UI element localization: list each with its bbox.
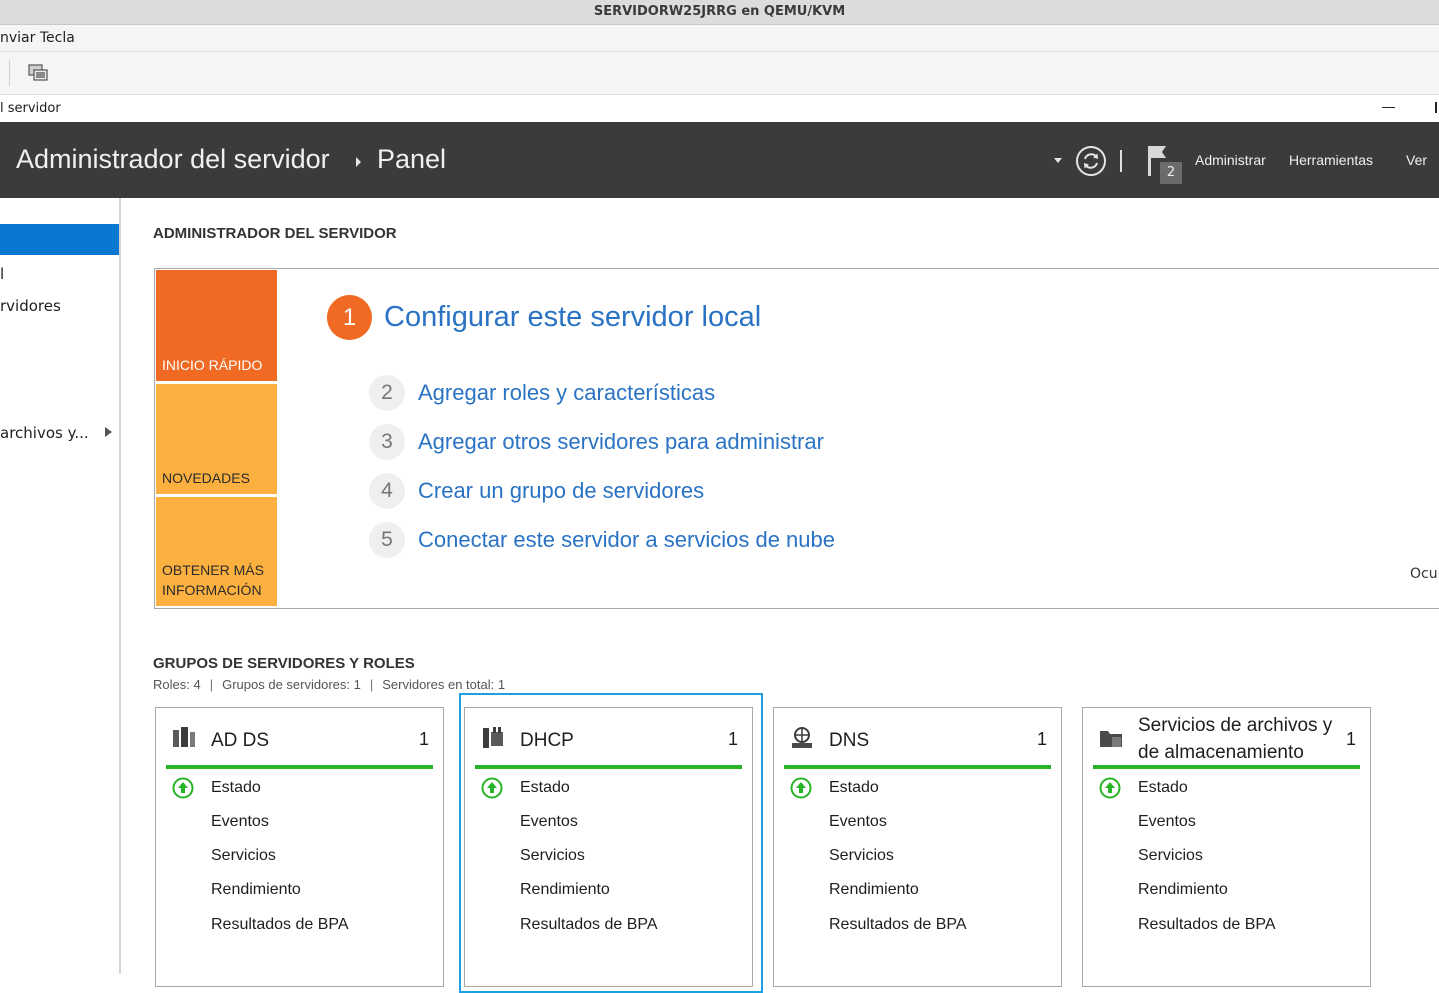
ad-ds-icon	[173, 727, 195, 747]
row-services[interactable]: Servicios	[1138, 847, 1203, 865]
card-title[interactable]: DHCP	[520, 727, 574, 754]
status-up-icon	[1099, 777, 1121, 799]
row-events[interactable]: Eventos	[1138, 813, 1196, 831]
toolbar-separator	[9, 60, 10, 86]
step-5-number: 5	[369, 522, 405, 558]
status-bar	[166, 765, 433, 769]
navigation-dropdown-icon[interactable]	[1054, 158, 1062, 163]
step-1-number: 1	[327, 295, 372, 340]
card-title[interactable]: DNS	[829, 727, 869, 754]
menu-view[interactable]: Ver	[1406, 152, 1427, 168]
header-divider	[1120, 150, 1122, 172]
status-up-icon	[790, 777, 812, 799]
nav-item-all-servers[interactable]: rvidores	[0, 297, 61, 315]
card-count[interactable]: 1	[419, 729, 429, 750]
status-up-icon	[481, 777, 503, 799]
welcome-section-title: ADMINISTRADOR DEL SERVIDOR	[153, 225, 397, 242]
nav-item-panel[interactable]	[0, 224, 119, 255]
row-events[interactable]: Eventos	[829, 813, 887, 831]
role-card-dns[interactable]: DNS 1 Estado Eventos Servicios Rendimien…	[773, 707, 1062, 987]
row-status[interactable]: Estado	[520, 779, 570, 797]
breadcrumb-page: Panel	[377, 144, 447, 174]
hide-welcome-link[interactable]: Ocul	[1410, 566, 1439, 582]
breadcrumb-separator-icon	[356, 157, 361, 167]
vm-menubar: nviar Tecla	[0, 25, 1439, 52]
status-up-icon	[172, 777, 194, 799]
status-bar	[1093, 765, 1360, 769]
card-title[interactable]: AD DS	[211, 727, 269, 754]
menu-send-key[interactable]: nviar Tecla	[0, 30, 75, 46]
vm-toolbar	[0, 52, 1439, 95]
tile-quick-start-label: INICIO RÁPIDO	[162, 357, 263, 373]
server-manager-header: Administrador del servidor Panel 2 Admin…	[0, 122, 1439, 198]
row-performance[interactable]: Rendimiento	[520, 881, 610, 899]
groups-section-title: GRUPOS DE SERVIDORES Y ROLES	[153, 655, 415, 672]
row-status[interactable]: Estado	[211, 779, 261, 797]
row-events[interactable]: Eventos	[520, 813, 578, 831]
row-bpa[interactable]: Resultados de BPA	[520, 916, 658, 934]
file-storage-icon	[1100, 731, 1122, 747]
row-bpa[interactable]: Resultados de BPA	[829, 916, 967, 934]
menu-tools[interactable]: Herramientas	[1289, 152, 1373, 168]
step-add-roles[interactable]: Agregar roles y características	[418, 380, 715, 406]
stats-roles: Roles: 4	[153, 677, 201, 692]
groups-stats: Roles: 4 | Grupos de servidores: 1 | Servido…	[153, 677, 506, 692]
card-title[interactable]: Servicios de archivos y de almacenamient…	[1138, 712, 1348, 766]
row-performance[interactable]: Rendimiento	[1138, 881, 1228, 899]
left-navigation: l rvidores archivos y...	[0, 198, 121, 974]
role-card-ad-ds[interactable]: AD DS 1 Estado Eventos Servicios Rendimi…	[155, 707, 444, 987]
window-title: l servidor	[0, 101, 61, 116]
tile-whats-new-label: NOVEDADES	[162, 470, 250, 486]
notifications-flag[interactable]: 2	[1146, 142, 1186, 186]
step-add-servers[interactable]: Agregar otros servidores para administra…	[418, 429, 824, 455]
screens-icon[interactable]	[26, 62, 50, 86]
tile-quick-start[interactable]: INICIO RÁPIDO	[156, 270, 277, 381]
vm-titlebar: SERVIDORW25JRRG en QEMU/KVM	[0, 0, 1439, 25]
welcome-panel: INICIO RÁPIDO NOVEDADES OBTENER MÁS INFO…	[154, 268, 1439, 609]
tile-learn-more-label: OBTENER MÁS INFORMACIÓN	[162, 562, 264, 598]
stats-server-groups: Grupos de servidores: 1	[222, 677, 361, 692]
row-services[interactable]: Servicios	[829, 847, 894, 865]
tile-whats-new[interactable]: NOVEDADES	[156, 384, 277, 494]
menu-manage[interactable]: Administrar	[1195, 152, 1266, 168]
step-connect-cloud[interactable]: Conectar este servidor a servicios de nu…	[418, 527, 835, 553]
window-titlebar: l servidor	[0, 95, 1439, 122]
card-count[interactable]: 1	[1346, 729, 1356, 750]
row-services[interactable]: Servicios	[520, 847, 585, 865]
tile-learn-more[interactable]: OBTENER MÁS INFORMACIÓN	[156, 497, 277, 606]
dns-icon	[792, 727, 812, 748]
status-bar	[475, 765, 742, 769]
role-card-dhcp[interactable]: DHCP 1 Estado Eventos Servicios Rendimie…	[464, 707, 753, 987]
row-bpa[interactable]: Resultados de BPA	[1138, 916, 1276, 934]
expand-arrow-icon[interactable]	[105, 427, 112, 437]
role-card-file-storage[interactable]: Servicios de archivos y de almacenamient…	[1082, 707, 1371, 987]
breadcrumb-app: Administrador del servidor	[16, 144, 330, 174]
step-configure-local-server[interactable]: Configurar este servidor local	[384, 301, 761, 334]
minimize-icon[interactable]	[1382, 107, 1395, 108]
nav-item-file-services[interactable]: archivos y...	[0, 424, 89, 442]
row-events[interactable]: Eventos	[211, 813, 269, 831]
status-bar	[784, 765, 1051, 769]
row-bpa[interactable]: Resultados de BPA	[211, 916, 349, 934]
stats-servers-total: Servidores en total: 1	[382, 677, 506, 692]
step-2-number: 2	[369, 375, 405, 411]
card-count[interactable]: 1	[728, 729, 738, 750]
dhcp-icon	[483, 727, 503, 748]
row-performance[interactable]: Rendimiento	[829, 881, 919, 899]
refresh-icon[interactable]	[1075, 145, 1107, 177]
notification-count-badge: 2	[1160, 162, 1182, 184]
row-status[interactable]: Estado	[829, 779, 879, 797]
card-count[interactable]: 1	[1037, 729, 1047, 750]
nav-item-local-server[interactable]: l	[0, 265, 4, 283]
vm-title: SERVIDORW25JRRG en QEMU/KVM	[593, 4, 846, 19]
step-3-number: 3	[369, 424, 405, 460]
step-create-group[interactable]: Crear un grupo de servidores	[418, 478, 704, 504]
row-performance[interactable]: Rendimiento	[211, 881, 301, 899]
row-services[interactable]: Servicios	[211, 847, 276, 865]
row-status[interactable]: Estado	[1138, 779, 1188, 797]
step-4-number: 4	[369, 473, 405, 509]
maximize-icon[interactable]	[1435, 102, 1437, 113]
